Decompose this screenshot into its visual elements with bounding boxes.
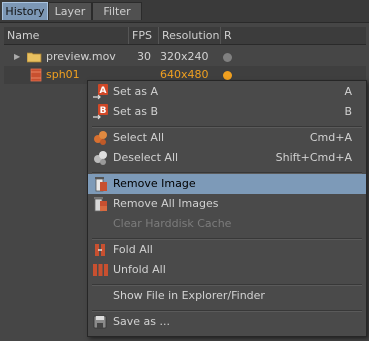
image-sequence-icon	[30, 68, 42, 82]
row-name: preview.mov	[46, 50, 116, 63]
row-fps: 30	[137, 50, 151, 63]
status-dot-icon	[223, 71, 232, 80]
column-name[interactable]: Name	[4, 27, 128, 44]
save-icon	[93, 315, 107, 329]
unfold-all-icon	[93, 264, 108, 276]
menu-item-set-as-b[interactable]: B Set as B B	[88, 102, 366, 122]
menu-item-label: Clear Harddisk Cache	[113, 217, 232, 230]
tab-layer[interactable]: Layer	[48, 2, 92, 20]
menu-item-shortcut: Cmd+A	[309, 131, 352, 144]
menu-item-shortcut: B	[344, 105, 352, 118]
row-name: sph01	[46, 68, 80, 81]
menu-item-label: Save as ...	[113, 315, 170, 328]
tab-filter[interactable]: Filter	[92, 2, 142, 20]
menu-item-clear-harddisk-cache[interactable]: Clear Harddisk Cache	[88, 214, 366, 234]
menu-item-fold-all[interactable]: Fold All	[88, 240, 366, 260]
menu-item-deselect-all[interactable]: Deselect All Shift+Cmd+A	[88, 148, 366, 168]
remove-image-icon	[95, 177, 107, 192]
set-b-icon: B	[93, 104, 108, 120]
menu-item-set-as-a[interactable]: A Set as A A	[88, 82, 366, 102]
expand-arrow-icon[interactable]: ▶	[14, 48, 20, 66]
status-dot-icon	[223, 53, 232, 62]
svg-text:B: B	[100, 106, 107, 116]
menu-item-remove-all-images[interactable]: Remove All Images	[88, 194, 366, 214]
context-menu: A Set as A A B Set as B B Select All Cmd…	[87, 80, 367, 337]
menu-item-label: Set as A	[113, 85, 159, 98]
table-row[interactable]: ▶ preview.mov 30 320x240	[4, 48, 366, 66]
menu-item-save-as[interactable]: Save as ...	[88, 312, 366, 332]
menu-item-label: Fold All	[113, 243, 153, 256]
column-fps[interactable]: FPS	[128, 27, 158, 44]
menu-item-label: Set as B	[113, 105, 159, 118]
column-resolution[interactable]: Resolution	[158, 27, 220, 44]
menu-item-label: Unfold All	[113, 263, 166, 276]
deselect-all-icon	[94, 151, 107, 165]
svg-text:A: A	[100, 86, 107, 96]
menu-item-label: Remove Image	[113, 177, 196, 190]
menu-item-label: Show File in Explorer/Finder	[113, 289, 265, 302]
select-all-icon	[94, 131, 107, 145]
menu-item-select-all[interactable]: Select All Cmd+A	[88, 128, 366, 148]
menu-item-shortcut: A	[344, 85, 352, 98]
fold-all-icon	[95, 244, 105, 256]
row-resolution: 320x240	[160, 50, 209, 63]
tab-bar: History Layer Filter	[0, 0, 369, 22]
remove-all-images-icon	[94, 197, 107, 212]
menu-item-shortcut: Shift+Cmd+A	[275, 151, 352, 164]
menu-item-show-file-in-explorer[interactable]: Show File in Explorer/Finder	[88, 286, 366, 306]
tab-history[interactable]: History	[2, 2, 48, 20]
menu-item-label: Remove All Images	[113, 197, 219, 210]
column-r[interactable]: R	[220, 27, 366, 44]
set-a-icon: A	[93, 84, 108, 100]
table-header: Name FPS Resolution R	[4, 27, 366, 45]
menu-item-label: Deselect All	[113, 151, 179, 164]
menu-item-label: Select All	[113, 131, 165, 144]
menu-item-unfold-all[interactable]: Unfold All	[88, 260, 366, 280]
menu-item-remove-image[interactable]: Remove Image	[88, 174, 366, 194]
